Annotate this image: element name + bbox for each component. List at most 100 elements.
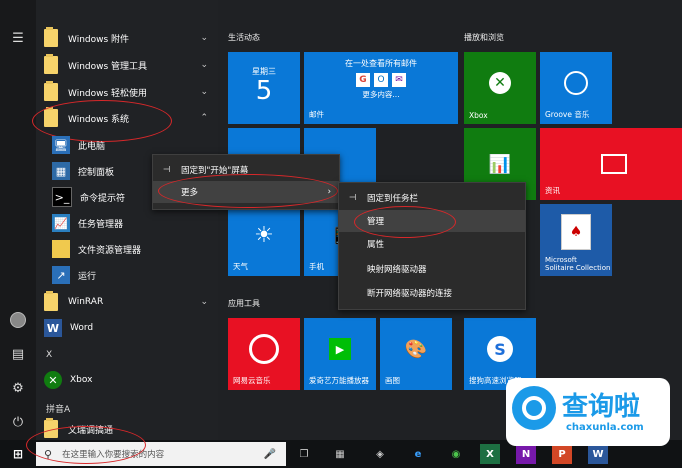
tile-weather[interactable]: ☀ 天气: [228, 204, 300, 276]
folder-icon: [44, 81, 58, 101]
onenote-icon[interactable]: N: [516, 444, 536, 464]
app-run[interactable]: ↗ 运行: [52, 263, 224, 287]
computer-icon: 🖥: [52, 136, 70, 154]
xbox-icon: ✕: [44, 371, 62, 389]
section-letter-pinyin[interactable]: 拼音A: [46, 402, 70, 415]
chevron-up-icon: ⌃: [200, 113, 208, 123]
hamburger-menu-icon[interactable]: ☰: [6, 26, 30, 50]
menu-item-pin-to-taskbar[interactable]: ⊣ 固定到任务栏: [339, 187, 525, 209]
chevron-down-icon: ⌄: [200, 33, 208, 43]
mail-provider-icons: G O ✉: [356, 73, 406, 87]
edge-browser-icon[interactable]: e: [408, 444, 428, 464]
watermark-url: chaxunla.com: [566, 422, 644, 433]
app-task-manager[interactable]: 📈 任务管理器: [52, 211, 224, 235]
pin-icon: ⊣: [349, 193, 357, 203]
menu-item-label: 属性: [367, 240, 385, 250]
section-letter-x[interactable]: X: [46, 350, 52, 360]
annotation-ellipse: [158, 174, 338, 208]
app-label: Windows 管理工具: [68, 61, 148, 72]
app-label: 文件资源管理器: [78, 245, 142, 256]
menu-item-map-network-drive[interactable]: 映射网络驱动器: [339, 258, 525, 280]
app-winrar[interactable]: WinRAR ⌄: [44, 290, 216, 314]
chevron-down-icon: ⌄: [200, 60, 208, 70]
app-windows-admin-tools[interactable]: Windows 管理工具 ⌄: [44, 53, 216, 77]
tile-xbox[interactable]: ✕ Xbox: [464, 52, 536, 124]
app-word[interactable]: W Word: [44, 316, 216, 340]
annotation-ellipse: [354, 206, 456, 238]
app-label: 此电脑: [78, 141, 106, 152]
news-icon: [601, 154, 627, 174]
app-label: 运行: [78, 271, 97, 282]
settings-gear-icon[interactable]: ⚙: [6, 376, 30, 400]
group-title-life[interactable]: 生活动态: [228, 32, 260, 43]
tile-label: 资讯: [545, 186, 560, 195]
power-icon[interactable]: ⏻: [6, 410, 30, 434]
app-label: 命令提示符: [80, 193, 126, 204]
playing-cards-icon: ♠: [561, 214, 591, 250]
word-icon[interactable]: W: [588, 444, 608, 464]
app-label: 任务管理器: [78, 219, 124, 230]
tile-iqiyi[interactable]: ▶ 爱奇艺万能播放器: [304, 318, 376, 390]
groove-disc-icon: [564, 71, 588, 95]
envelope-icon: ✉: [392, 73, 406, 87]
tile-solitaire[interactable]: ♠ Microsoft Solitaire Collection: [540, 204, 612, 276]
run-icon: ↗: [52, 266, 70, 284]
control-panel-icon: ▦: [52, 162, 70, 180]
app-file-explorer[interactable]: 文件资源管理器: [52, 237, 224, 261]
tile-paint[interactable]: 🎨 画图: [380, 318, 452, 390]
app-windows-ease-of-access[interactable]: Windows 轻松使用 ⌄: [44, 80, 216, 104]
tile-label: Xbox: [469, 111, 488, 120]
mail-header: 在一处查看所有邮件: [345, 59, 417, 68]
tile-mail[interactable]: 在一处查看所有邮件 G O ✉ 更多内容... 邮件: [304, 52, 458, 124]
watermark-brand: 查询啦: [562, 392, 641, 422]
app-windows-accessories[interactable]: Windows 附件 ⌄: [44, 26, 216, 50]
word-icon: W: [44, 319, 62, 337]
folder-icon: [44, 54, 58, 74]
annotation-ellipse: [26, 426, 146, 464]
sun-icon: ☀: [254, 222, 274, 248]
tile-label: Groove 音乐: [545, 110, 590, 119]
outlook-icon: O: [374, 73, 388, 87]
start-left-rail: ☰ ▤ ⚙ ⏻: [0, 0, 36, 440]
group-title-play[interactable]: 播放和浏览: [464, 32, 504, 43]
tile-label: 手机: [309, 262, 324, 271]
sogou-icon: S: [487, 336, 513, 362]
menu-item-disconnect-network-drive[interactable]: 断开网络驱动器的连接: [339, 282, 525, 304]
microphone-icon[interactable]: 🎤: [264, 449, 276, 460]
tile-label: 天气: [233, 262, 248, 271]
start-app-list: Windows 附件 ⌄ Windows 管理工具 ⌄ Windows 轻松使用…: [32, 0, 218, 440]
app-label: Windows 轻松使用: [68, 88, 148, 99]
app-label: WinRAR: [68, 297, 104, 307]
calendar-day: 5: [255, 75, 273, 106]
watermark: 查询啦 chaxunla.com: [506, 378, 670, 446]
google-icon: G: [356, 73, 370, 87]
tile-netease-music[interactable]: 网易云音乐: [228, 318, 300, 390]
watermark-logo-icon: [512, 386, 556, 430]
menu-item-label: 断开网络驱动器的连接: [367, 289, 453, 299]
browser-360-icon[interactable]: ◉: [446, 444, 466, 464]
task-view-icon[interactable]: ❐: [294, 444, 314, 464]
iqiyi-play-icon: ▶: [329, 338, 351, 360]
taskbar-app-icon[interactable]: ◈: [370, 444, 390, 464]
documents-icon[interactable]: ▤: [6, 342, 30, 366]
chevron-down-icon: ⌄: [200, 297, 208, 307]
terminal-icon: >_: [52, 187, 72, 207]
task-manager-icon: 📈: [52, 214, 70, 232]
folder-icon: [44, 27, 58, 47]
menu-item-properties[interactable]: 属性: [339, 233, 525, 255]
menu-item-label: 固定到任务栏: [367, 194, 419, 204]
user-avatar[interactable]: [6, 308, 30, 332]
tile-label: 爱奇艺万能播放器: [309, 376, 369, 385]
powerpoint-icon[interactable]: P: [552, 444, 572, 464]
file-explorer-icon: [52, 240, 70, 258]
tile-label: 邮件: [309, 110, 324, 119]
tile-news[interactable]: 资讯: [540, 128, 682, 200]
excel-icon[interactable]: X: [480, 444, 500, 464]
tile-groove[interactable]: Groove 音乐: [540, 52, 612, 124]
group-title-tools[interactable]: 应用工具: [228, 298, 260, 309]
app-xbox[interactable]: ✕ Xbox: [44, 368, 216, 392]
taskbar-app-icon[interactable]: ▦: [330, 444, 350, 464]
app-label: 控制面板: [78, 167, 115, 178]
tile-calendar[interactable]: 星期三 5: [228, 52, 300, 124]
windows-start-icon[interactable]: ⊞: [8, 444, 28, 464]
